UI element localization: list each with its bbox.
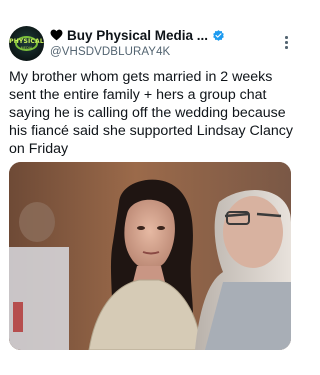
avatar-logo-text: PHYSICAL	[9, 38, 44, 45]
verified-badge-icon	[213, 29, 224, 41]
avatar-logo-subtext: MEDIA	[20, 46, 33, 50]
display-name[interactable]: Buy Physical Media ...	[67, 28, 208, 43]
author-block: Buy Physical Media ... @VHSDVDBLURAY4K	[50, 27, 282, 58]
handle[interactable]: @VHSDVDBLURAY4K	[50, 46, 282, 58]
tweet-photo[interactable]	[9, 162, 291, 350]
more-options-icon[interactable]	[285, 36, 289, 50]
tweet-text: My brother whom gets married in 2 weeks …	[9, 69, 293, 157]
black-heart-icon	[50, 29, 63, 41]
name-row[interactable]: Buy Physical Media ...	[50, 27, 282, 43]
tweet-header: PHYSICAL MEDIA Buy Physical Media ... @V…	[9, 26, 291, 66]
avatar[interactable]: PHYSICAL MEDIA	[9, 26, 44, 61]
courtroom-photo	[9, 162, 291, 350]
